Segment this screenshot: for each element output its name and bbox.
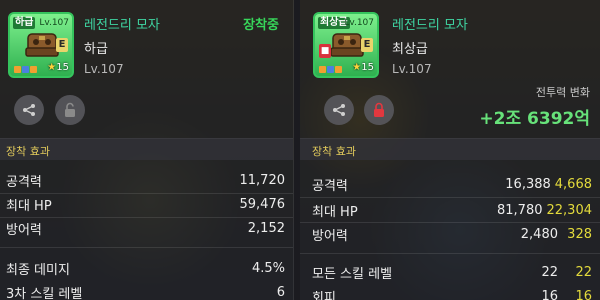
share-icon xyxy=(23,104,35,116)
row-divider xyxy=(0,247,293,248)
stat-row: 최종 데미지 4.5% xyxy=(6,256,285,280)
share-button[interactable] xyxy=(14,95,44,125)
star-force: ★15 xyxy=(47,62,69,74)
potential-pips xyxy=(14,66,37,73)
stat-row: 공격력 16,388 4,668 xyxy=(312,172,592,196)
stat-value: 2,480 xyxy=(520,226,558,242)
stat-row: 방어력 2,152 xyxy=(6,216,285,240)
stat-row: 모든 스킬 레벨 22 22 xyxy=(312,260,592,284)
stat-label: 최종 데미지 xyxy=(6,262,70,278)
stat-label: 최대 HP xyxy=(6,198,52,214)
stat-label: 공격력 xyxy=(6,174,42,190)
item-grade: 하급 xyxy=(84,42,108,57)
lock-closed-icon xyxy=(374,102,384,117)
stat-value: 22 xyxy=(541,264,558,280)
hat-icon xyxy=(25,33,59,57)
stat-value: 11,720 xyxy=(239,172,286,188)
stat-value: 16,388 xyxy=(505,176,551,192)
stat-label: 방어력 xyxy=(312,228,348,244)
star-force: ★15 xyxy=(352,62,374,74)
equipped-item-panel: 하급 Lv.107 E ★15 레전드리 모자 장착중 하급 Lv.107 장착… xyxy=(0,0,294,300)
hat-icon xyxy=(330,33,364,57)
star-count: 15 xyxy=(56,62,69,73)
stat-value: 6 xyxy=(276,284,285,300)
e-rank-icon: E xyxy=(56,38,68,52)
lock-button[interactable] xyxy=(364,95,394,125)
equip-effect-header: 장착 효과 xyxy=(300,138,600,160)
item-level: Lv.107 xyxy=(392,62,432,76)
share-icon xyxy=(333,104,345,116)
stat-bonus: 22,304 xyxy=(546,202,593,218)
section-title: 장착 효과 xyxy=(312,145,356,158)
item-icon-frame: 최상급 Lv.107 ■ E ★15 xyxy=(313,12,379,78)
level-badge: Lv.107 xyxy=(39,18,69,28)
star-count: 15 xyxy=(361,62,374,73)
row-divider xyxy=(300,253,600,254)
potential-pips xyxy=(319,66,342,73)
stat-bonus: 4,668 xyxy=(554,176,592,192)
item-level: Lv.107 xyxy=(84,62,124,76)
stat-label: 최대 HP xyxy=(312,204,358,220)
stat-label: 모든 스킬 레벨 xyxy=(312,266,393,282)
stat-row: 방어력 2,480 328 xyxy=(312,222,592,246)
stat-label: 회피 xyxy=(312,290,336,300)
lock-closed-icon: ■ xyxy=(319,44,331,58)
share-button[interactable] xyxy=(324,95,354,125)
stat-bonus: 328 xyxy=(567,226,592,242)
power-change-label: 전투력 변화 xyxy=(535,86,590,99)
item-name: 레전드리 모자 xyxy=(392,18,468,33)
item-grade: 최상급 xyxy=(392,42,428,57)
equip-effect-header: 장착 효과 xyxy=(0,138,293,160)
stat-value: 59,476 xyxy=(239,196,286,212)
star-icon: ★ xyxy=(47,62,57,73)
e-rank-icon: E xyxy=(361,38,373,52)
stat-label: 공격력 xyxy=(312,178,348,194)
level-badge: Lv.107 xyxy=(344,18,374,28)
stat-label: 3차 스킬 레벨 xyxy=(6,286,83,300)
section-title: 장착 효과 xyxy=(6,145,50,158)
stat-row: 공격력 11,720 xyxy=(6,168,285,192)
grade-badge: 하급 xyxy=(13,17,36,29)
stat-value: 16 xyxy=(541,288,558,300)
stat-label: 방어력 xyxy=(6,222,42,238)
stat-row: 최대 HP 81,780 22,304 xyxy=(312,198,592,222)
compare-item-panel: 최상급 Lv.107 ■ E ★15 레전드리 모자 최상급 Lv.107 전투… xyxy=(300,0,600,300)
star-icon: ★ xyxy=(352,62,362,73)
stat-value: 2,152 xyxy=(247,220,285,236)
item-icon-frame: 하급 Lv.107 E ★15 xyxy=(8,12,74,78)
stat-row: 회피 16 16 xyxy=(312,284,592,300)
lock-open-icon xyxy=(65,102,75,117)
stat-row: 최대 HP 59,476 xyxy=(6,192,285,216)
lock-button[interactable] xyxy=(55,95,85,125)
stat-bonus: 22 xyxy=(575,264,592,280)
stat-value: 4.5% xyxy=(251,260,285,276)
stat-row: 3차 스킬 레벨 6 xyxy=(6,280,285,300)
item-name: 레전드리 모자 xyxy=(84,18,160,33)
power-change-value: +2조 6392억 xyxy=(479,109,590,129)
stat-value: 81,780 xyxy=(497,202,543,218)
equipped-tag: 장착중 xyxy=(243,18,279,33)
stat-bonus: 16 xyxy=(575,288,592,300)
